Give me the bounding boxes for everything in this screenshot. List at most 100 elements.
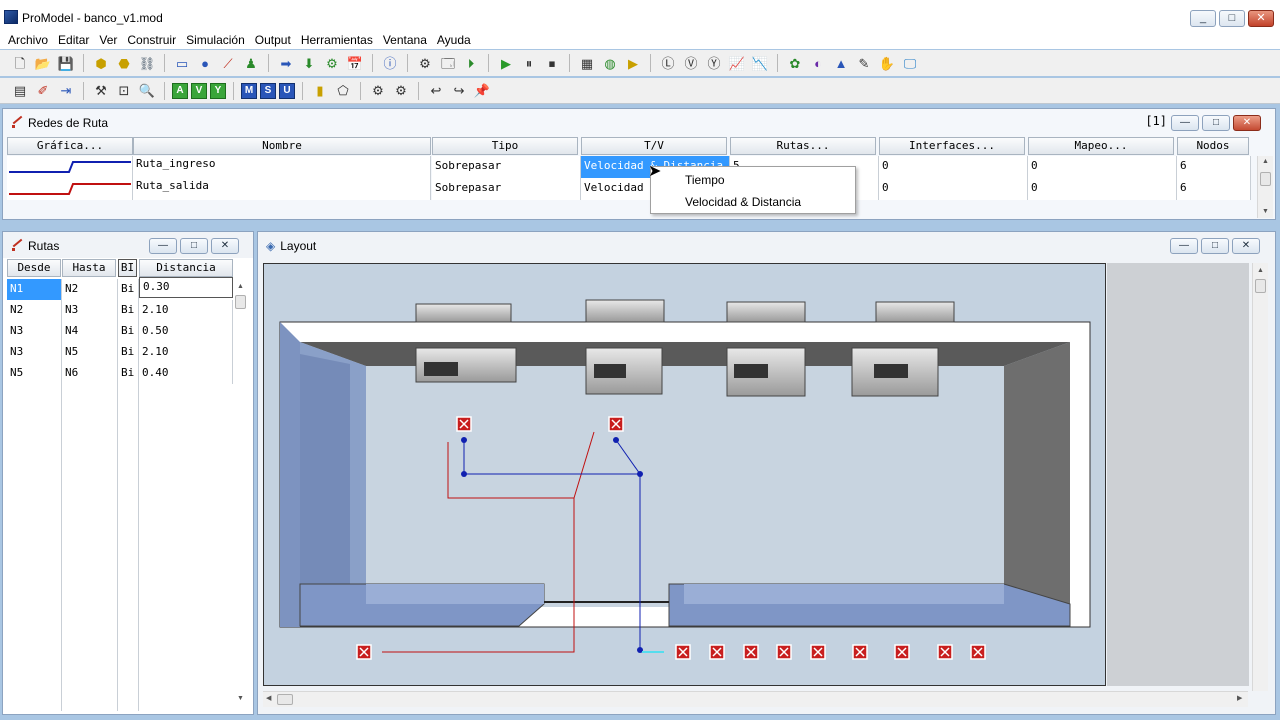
zoom-fit-icon[interactable]: ⊡ — [114, 81, 134, 101]
route-from[interactable]: N1 — [7, 279, 62, 300]
panel-minimize-button[interactable]: — — [149, 238, 177, 254]
graphics-editor-icon[interactable]: ✋ — [877, 53, 897, 73]
save-icon[interactable]: 💾 — [56, 53, 76, 73]
chart-compare-icon[interactable]: 📉 — [750, 53, 770, 73]
col-distancia[interactable]: Distancia — [139, 259, 233, 277]
menu-item-tiempo[interactable]: Tiempo — [685, 173, 725, 187]
col-rutas[interactable]: Rutas... — [730, 137, 876, 155]
back-icon[interactable]: ↩ — [426, 81, 446, 101]
menu-ventana[interactable]: Ventana — [379, 31, 431, 49]
stat-fit-icon[interactable]: ✿ — [785, 53, 805, 73]
panel-minimize-button[interactable]: — — [1170, 238, 1198, 254]
arrivals-icon[interactable]: ⬇ — [299, 53, 319, 73]
menu-construir[interactable]: Construir — [123, 31, 180, 49]
run-icon[interactable]: ▶ — [496, 53, 516, 73]
u-icon[interactable]: U — [279, 82, 295, 99]
networks-scrollbar[interactable]: ▲ ▼ — [1257, 156, 1273, 218]
pause-icon[interactable]: ⏸ — [519, 53, 539, 73]
sim-options-icon[interactable]: ⚙ — [415, 53, 435, 73]
attributes-icon[interactable]: ⚙ — [322, 53, 342, 73]
route-to[interactable]: N6 — [62, 363, 118, 384]
route-bi[interactable]: Bi — [118, 279, 139, 300]
monitor-icon[interactable]: 🖵 — [900, 53, 920, 73]
route-bi[interactable]: Bi — [118, 300, 139, 321]
routes-scrollbar[interactable]: ▲ ▼ — [233, 279, 249, 709]
y-icon[interactable]: Y — [210, 82, 226, 99]
locations-icon[interactable]: ▭ — [172, 53, 192, 73]
panel-maximize-button[interactable]: □ — [1201, 238, 1229, 254]
col-tv[interactable]: T/V — [581, 137, 727, 155]
tools-icon[interactable]: ✎ — [854, 53, 874, 73]
route-from[interactable]: N5 — [7, 363, 62, 384]
menu-archivo[interactable]: Archivo — [4, 31, 52, 49]
cog-icon[interactable]: ⚙ — [368, 81, 388, 101]
route-distance[interactable]: 0.50 — [139, 321, 233, 342]
row-type[interactable]: Sobrepasar — [432, 178, 581, 200]
panel-maximize-button[interactable]: □ — [1202, 115, 1230, 131]
row-type[interactable]: Sobrepasar — [432, 156, 581, 178]
layout-settings-icon[interactable]: ⚒ — [91, 81, 111, 101]
edit-table-icon[interactable]: ✐ — [33, 81, 53, 101]
stop-icon[interactable]: ⏹ — [542, 53, 562, 73]
view-grid-icon[interactable]: ▦ — [577, 53, 597, 73]
new-file-icon[interactable]: 🗋 — [10, 53, 30, 73]
sim-runner-icon[interactable]: ◐ — [808, 53, 828, 73]
route-distance[interactable]: 0.30 — [139, 277, 233, 298]
close-button[interactable]: ✕ — [1248, 10, 1274, 27]
row-name[interactable]: Ruta_salida — [133, 178, 431, 200]
menu-ver[interactable]: Ver — [95, 31, 121, 49]
panel-minimize-button[interactable]: — — [1171, 115, 1199, 131]
entities-icon[interactable]: ● — [195, 53, 215, 73]
route-distance[interactable]: 2.10 — [139, 342, 233, 363]
route-distance[interactable]: 2.10 — [139, 300, 233, 321]
row-name[interactable]: Ruta_ingreso — [133, 156, 431, 178]
col-hasta[interactable]: Hasta — [62, 259, 116, 277]
route-to[interactable]: N4 — [62, 321, 118, 342]
menu-ayuda[interactable]: Ayuda — [433, 31, 475, 49]
shapes-icon[interactable]: ⬠ — [333, 81, 353, 101]
maximize-button[interactable]: □ — [1219, 10, 1245, 27]
panel-close-button[interactable]: ✕ — [1233, 115, 1261, 131]
zoom-icon[interactable]: 🔍 — [137, 81, 157, 101]
merge-icon[interactable]: ⬢ — [91, 53, 111, 73]
col-mapeo[interactable]: Mapeo... — [1028, 137, 1174, 155]
route-from[interactable]: N2 — [7, 300, 62, 321]
menu-output[interactable]: Output — [251, 31, 295, 49]
route-bi[interactable]: Bi — [118, 321, 139, 342]
m-icon[interactable]: M — [241, 82, 257, 99]
chart-icon[interactable]: 📈 — [727, 53, 747, 73]
cog-window-icon[interactable]: ⚙ — [391, 81, 411, 101]
menu-editar[interactable]: Editar — [54, 31, 93, 49]
row-interfaces[interactable]: 0 — [879, 178, 1028, 200]
route-from[interactable]: N3 — [7, 321, 62, 342]
info-icon[interactable]: ⓘ — [380, 53, 400, 73]
row-graphic[interactable] — [7, 178, 133, 200]
process-navigator-icon[interactable]: ▲ — [831, 53, 851, 73]
col-bi[interactable]: BI — [118, 259, 137, 277]
row-nodes[interactable]: 6 — [1177, 156, 1251, 178]
layout-canvas[interactable] — [263, 263, 1106, 686]
col-desde[interactable]: Desde — [7, 259, 61, 277]
route-from[interactable]: N3 — [7, 342, 62, 363]
background-graphics-icon[interactable]: ▮ — [310, 81, 330, 101]
open-folder-icon[interactable]: 📂 — [33, 53, 53, 73]
layout-vscroll[interactable]: ▲ — [1252, 263, 1268, 691]
menu-item-velocidad-distancia[interactable]: Velocidad & Distancia — [685, 195, 801, 209]
logic-v-icon[interactable]: Ⓥ — [681, 53, 701, 73]
col-grafica[interactable]: Gráfica... — [7, 137, 133, 155]
route-distance[interactable]: 0.40 — [139, 363, 233, 384]
scenarios-icon[interactable]: 🗔 — [438, 53, 458, 73]
logic-l-icon[interactable]: Ⓛ — [658, 53, 678, 73]
row-mapping[interactable]: 0 — [1028, 178, 1177, 200]
run-options-icon[interactable]: ⏵ — [461, 53, 481, 73]
v-icon[interactable]: V — [191, 82, 207, 99]
col-nombre[interactable]: Nombre — [133, 137, 431, 155]
menu-herramientas[interactable]: Herramientas — [297, 31, 377, 49]
s-icon[interactable]: S — [260, 82, 276, 99]
table-icon[interactable]: ▤ — [10, 81, 30, 101]
row-graphic[interactable] — [7, 156, 133, 178]
processing-icon[interactable]: ➡ — [276, 53, 296, 73]
menu-simulacion[interactable]: Simulación — [182, 31, 249, 49]
row-interfaces[interactable]: 0 — [879, 156, 1028, 178]
model-package-icon[interactable]: ⬣ — [114, 53, 134, 73]
